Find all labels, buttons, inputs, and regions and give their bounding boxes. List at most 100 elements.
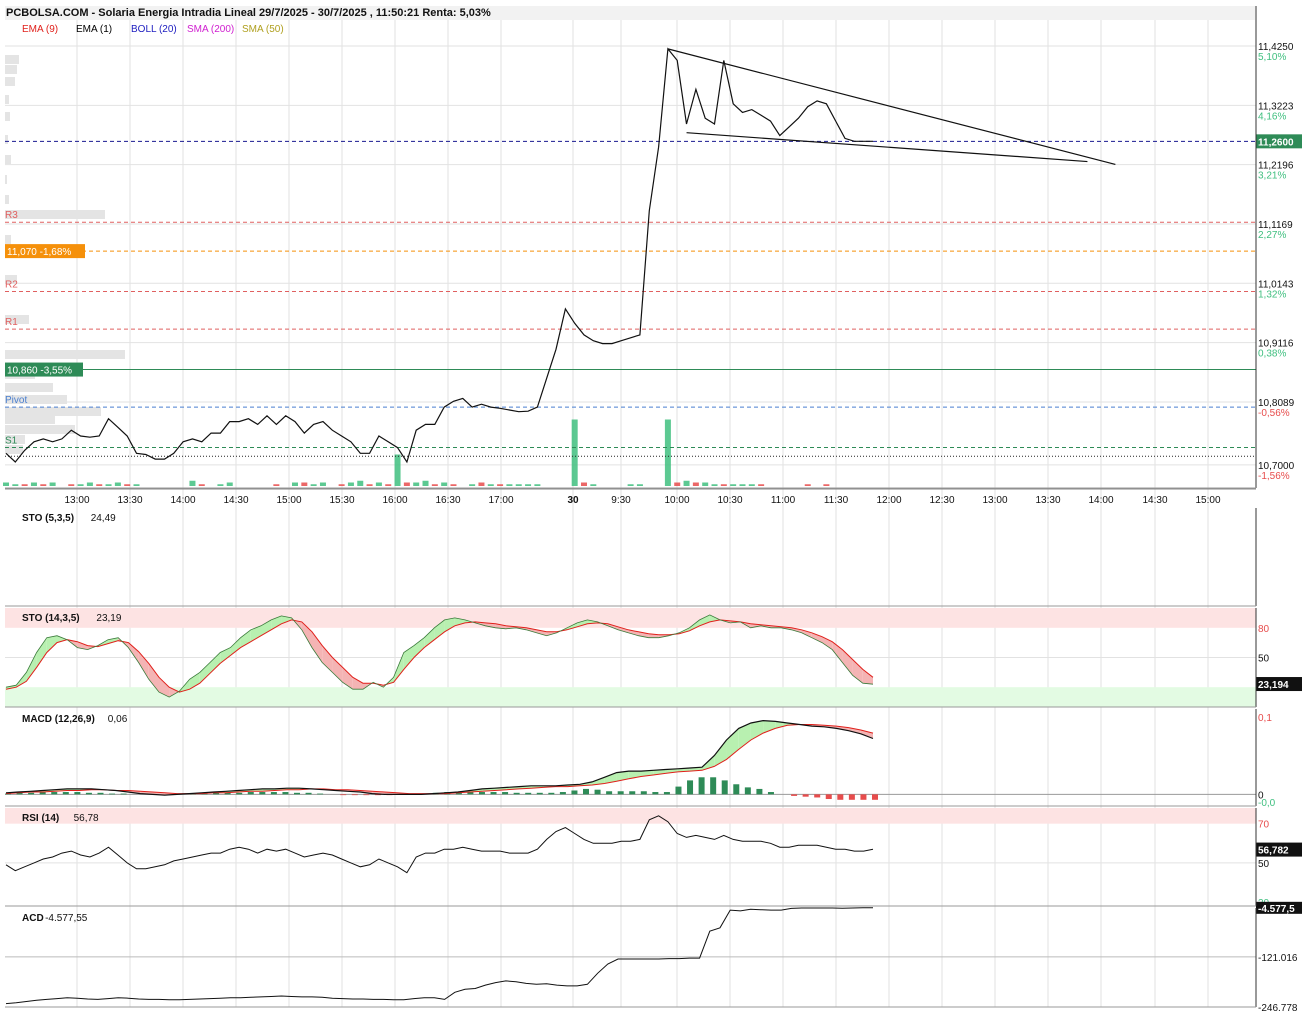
volume-bar <box>571 419 578 486</box>
rsi-value-label: 56,782 <box>1258 846 1289 857</box>
macd-histogram-bar <box>478 792 485 795</box>
volume-bar <box>497 484 504 486</box>
volume-bar <box>515 484 522 486</box>
macd-histogram-bar <box>571 790 578 795</box>
volume-bar <box>273 484 280 486</box>
macd-histogram-bar <box>51 792 58 795</box>
time-tick-label: 10:30 <box>717 495 742 506</box>
volume-bar <box>385 484 392 486</box>
macd-histogram-bar <box>698 777 705 795</box>
time-tick-label: 13:00 <box>982 495 1007 506</box>
volume-bar <box>96 484 103 486</box>
legend-item: BOLL (20) <box>131 24 177 35</box>
macd-tick-label: -0,0 <box>1258 798 1276 809</box>
volume-bar <box>3 482 9 486</box>
time-tick-label: 16:00 <box>382 495 407 506</box>
time-tick-label: 15:30 <box>329 495 354 506</box>
panel-title: MACD (12,26,9) <box>22 714 95 725</box>
volume-bar <box>217 484 224 486</box>
macd-histogram-bar <box>733 784 740 795</box>
volume-bar <box>30 482 37 486</box>
volume-bar <box>49 482 56 486</box>
volume-bar <box>357 480 364 486</box>
macd-histogram-bar <box>559 792 566 795</box>
time-tick-label: 11:00 <box>771 495 796 506</box>
volume-bar <box>478 482 485 486</box>
acd-tick-label: -121.016 <box>1258 953 1298 964</box>
volume-bar <box>422 480 429 486</box>
volume-profile-bar <box>5 407 101 416</box>
volume-bar <box>77 484 84 486</box>
volume-bar <box>469 484 476 486</box>
volume-bar <box>12 484 19 486</box>
macd-histogram-bar <box>814 794 821 798</box>
volume-profile-bar <box>5 175 7 184</box>
volume-profile-bar <box>5 425 75 434</box>
acd-tick-label: -246.778 <box>1258 1003 1298 1012</box>
macd-histogram-bar <box>247 792 254 795</box>
macd-histogram-bar <box>282 792 289 795</box>
volume-bar <box>804 484 811 486</box>
time-tick-label: 13:00 <box>64 495 89 506</box>
sto-tick-label: 50 <box>1258 654 1270 665</box>
volume-bar <box>301 482 308 486</box>
macd-histogram-bar <box>872 794 878 800</box>
volume-bar <box>683 480 690 486</box>
overbought-zone <box>5 608 1256 628</box>
panel-title: STO (5,3,5) <box>22 513 74 524</box>
macd-histogram-bar <box>62 792 69 795</box>
time-tick-label: 14:30 <box>223 495 248 506</box>
time-tick-label: 11:30 <box>824 495 849 506</box>
acd-value-label: -4.577,5 <box>1258 904 1295 915</box>
level-label: Pivot <box>5 395 27 406</box>
percent-tick-label: 4,16% <box>1258 111 1286 122</box>
panel-value: 24,49 <box>91 513 116 524</box>
volume-profile-bar <box>5 155 11 164</box>
volume-bar <box>692 482 699 486</box>
volume-bar <box>674 482 681 486</box>
volume-bar <box>431 484 438 486</box>
macd-histogram-bar <box>28 792 35 795</box>
volume-bar <box>590 484 597 486</box>
panel-title: STO (14,3,5) <box>22 613 80 624</box>
macd-histogram-bar <box>502 792 509 795</box>
macd-histogram-bar <box>513 792 520 795</box>
macd-histogram-bar <box>791 794 798 796</box>
volume-profile-bar <box>5 95 9 104</box>
volume-bar <box>292 482 298 486</box>
macd-histogram-bar <box>744 787 751 795</box>
macd-histogram-bar <box>837 794 844 800</box>
macd-histogram-bar <box>848 794 855 800</box>
macd-histogram-bar <box>259 792 266 795</box>
volume-bar <box>506 484 513 486</box>
volume-bar <box>823 484 830 486</box>
macd-histogram-bar <box>294 792 300 795</box>
time-tick-label: 14:30 <box>1142 495 1167 506</box>
time-tick-label: 15:00 <box>276 495 301 506</box>
legend-item: SMA (200) <box>187 24 234 35</box>
macd-histogram-bar <box>860 794 867 800</box>
macd-histogram-bar <box>525 792 532 795</box>
time-tick-label: 17:00 <box>488 495 513 506</box>
percent-tick-label: 5,10% <box>1258 52 1286 63</box>
level-label-text: 10,860 -3,55% <box>7 366 72 377</box>
volume-bar <box>375 482 382 486</box>
time-tick-label: 14:00 <box>1088 495 1113 506</box>
oversold-zone <box>5 687 1256 707</box>
legend-item: EMA (9) <box>22 24 58 35</box>
volume-bar <box>86 482 93 486</box>
volume-bar <box>338 484 345 486</box>
volume-bar <box>664 419 671 486</box>
macd-histogram-bar <box>663 792 670 795</box>
volume-bar <box>748 484 755 486</box>
volume-profile-bar <box>5 112 10 121</box>
macd-histogram-bar <box>340 794 347 796</box>
macd-histogram-bar <box>270 792 277 795</box>
level-label: S1 <box>5 436 18 447</box>
volume-bar <box>366 484 373 486</box>
macd-histogram-bar <box>802 794 809 797</box>
legend-item: SMA (50) <box>242 24 284 35</box>
volume-bar <box>636 484 643 486</box>
chart-title: PCBOLSA.COM - Solaria Energia Intradia L… <box>6 7 491 19</box>
volume-bar <box>413 482 420 486</box>
